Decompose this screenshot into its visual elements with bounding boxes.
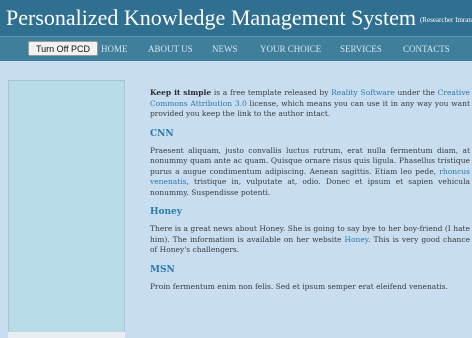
site-title: Personalized Knowledge Management System… [6,6,472,32]
honey-paragraph: There is a great news about Honey. She i… [150,224,470,256]
nav-bar: Turn Off PCD HOME ABOUT US NEWS YOUR CHO… [0,36,472,61]
cnn-text-2: , tristique in, vulputate at, odio. Done… [150,177,470,197]
intro-text-1: is a free template released by [211,88,332,97]
nav-contacts[interactable]: CONTACTS [403,44,450,54]
msn-heading: MSN [150,264,175,275]
site-subtitle: (Researcher Imran Ohani) [419,15,472,24]
nav-services[interactable]: SERVICES [340,44,382,54]
honey-heading: Honey [150,207,183,217]
main-content: Keep it simple is a free template releas… [150,88,470,301]
intro-bold: Keep it simple [150,88,212,97]
title-text: Personalized Knowledge Management System [6,5,416,30]
sidebar-panel [8,80,125,333]
cnn-heading: CNN [150,128,174,139]
nav-about-us[interactable]: ABOUT US [148,44,193,54]
cnn-text-1: Praesent aliquam, justo convallis luctus… [150,145,470,176]
reality-software-link[interactable]: Reality Software [331,88,395,97]
nav-news[interactable]: NEWS [212,44,238,54]
site-header: Personalized Knowledge Management System… [0,0,472,36]
turn-off-pcd-button[interactable]: Turn Off PCD [28,41,98,56]
intro-text-2: under the [394,88,438,97]
nav-your-choice[interactable]: YOUR CHOICE [260,44,321,54]
cnn-paragraph: Praesent aliquam, justo convallis luctus… [150,146,470,199]
intro-paragraph: Keep it simple is a free template releas… [150,88,470,120]
nav-home[interactable]: HOME [101,44,128,54]
honey-link[interactable]: Honey [344,235,368,244]
msn-paragraph: Proin fermentum enim non felis. Sed et i… [150,281,448,291]
sidebar-scrollbar[interactable] [8,331,125,338]
